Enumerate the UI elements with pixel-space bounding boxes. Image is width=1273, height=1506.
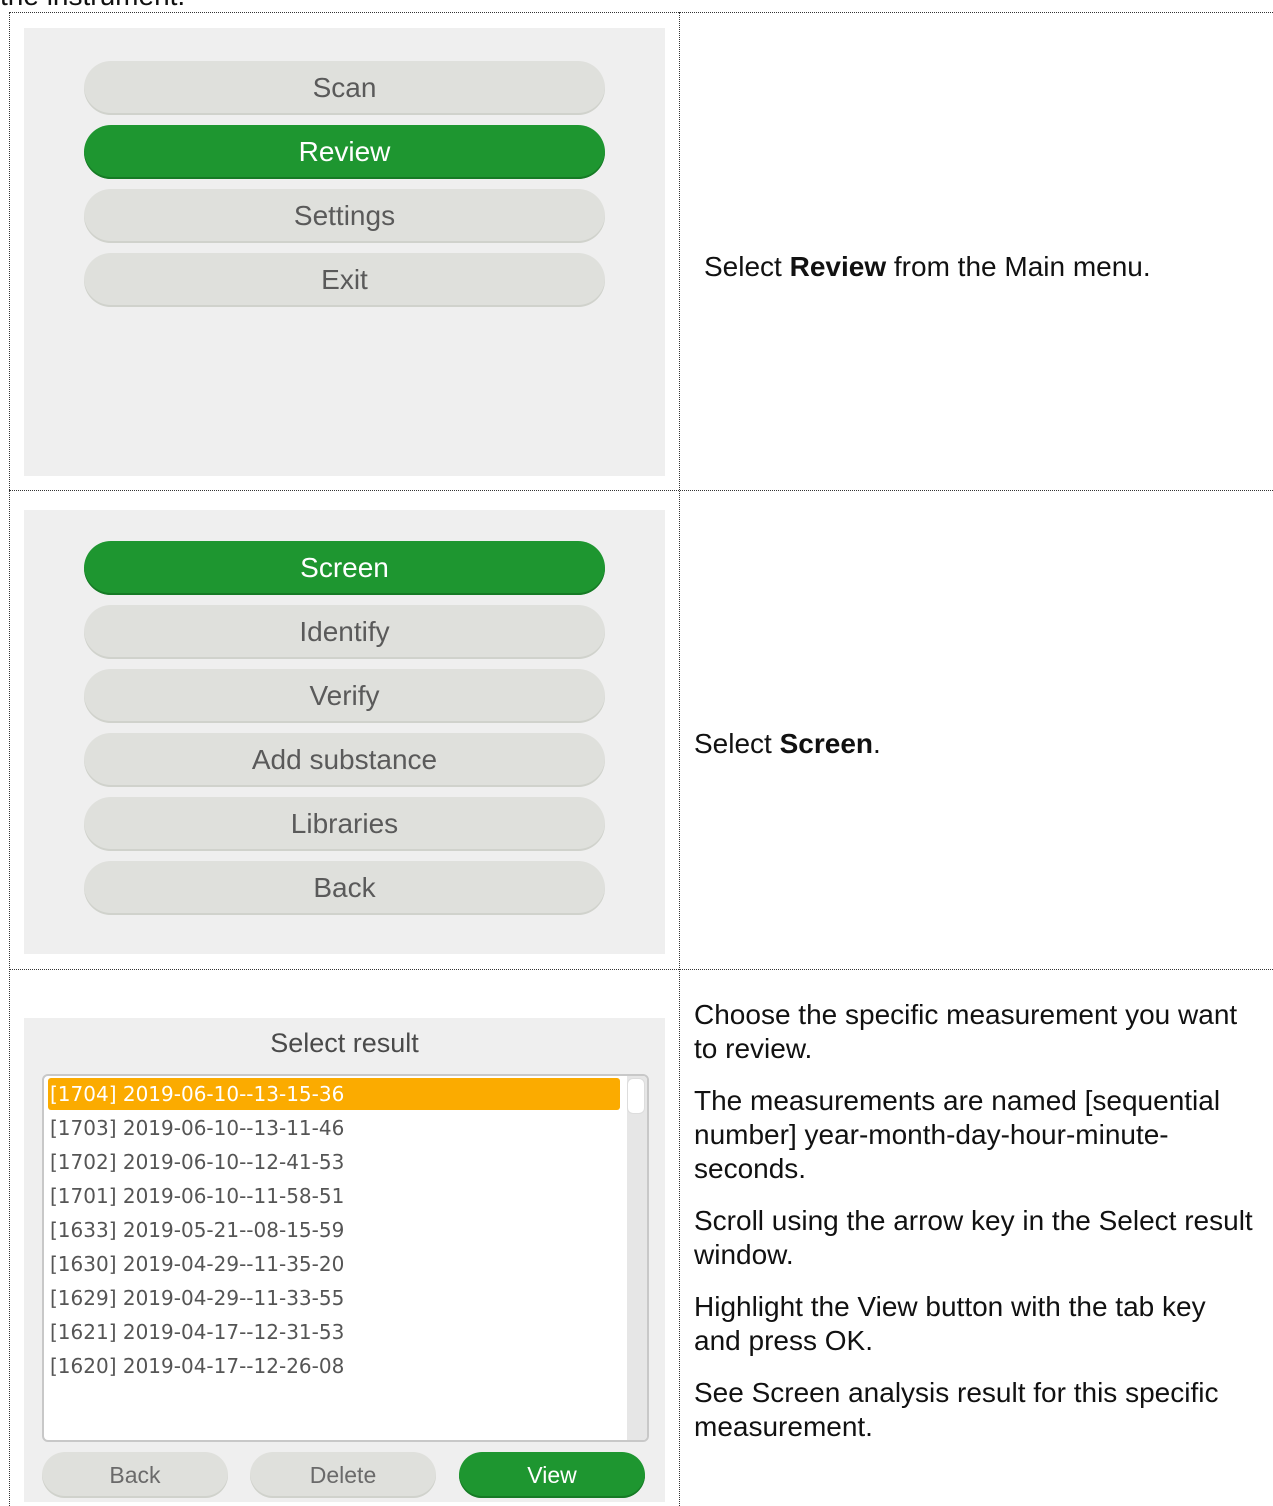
results-list[interactable]: [1704] 2019-06-10--13-15-36 [1703] 2019-…: [42, 1074, 649, 1442]
step3-paragraph: Choose the specific measurement you want…: [694, 999, 1238, 1064]
step2-desc-bold: Screen: [779, 728, 874, 759]
step3-paragraph: Highlight the View button with the tab k…: [694, 1291, 1206, 1356]
result-row[interactable]: [1620] 2019-04-17--12-26-08: [48, 1350, 620, 1382]
result-row[interactable]: [1703] 2019-06-10--13-11-46: [48, 1112, 620, 1144]
table-row-divider-2: [9, 969, 1273, 970]
table-row-divider-1: [9, 490, 1273, 491]
step3-paragraph: See Screen analysis result for this spec…: [694, 1377, 1219, 1442]
step2-desc-pre: Select: [694, 728, 780, 759]
result-row[interactable]: [1630] 2019-04-29--11-35-20: [48, 1248, 620, 1280]
step1-desc-pre: Select: [704, 251, 790, 282]
delete-button[interactable]: Delete: [250, 1452, 436, 1498]
step3-paragraph: The measurements are named [sequential n…: [694, 1085, 1221, 1184]
menu-button-review[interactable]: Review: [84, 125, 605, 179]
step1-desc-post: from the Main menu.: [886, 251, 1151, 282]
view-button[interactable]: View: [459, 1452, 645, 1498]
menu-button-scan[interactable]: Scan: [84, 61, 605, 115]
table-top-border: [9, 12, 1273, 13]
menu-button-screen[interactable]: Screen: [84, 541, 605, 595]
review-menu-screen: Screen Identify Verify Add substance Lib…: [24, 510, 665, 954]
menu-button-add-substance[interactable]: Add substance: [84, 733, 605, 787]
step2-desc-post: .: [873, 728, 881, 759]
result-row[interactable]: [1701] 2019-06-10--11-58-51: [48, 1180, 620, 1212]
select-result-screen: Select result [1704] 2019-06-10--13-15-3…: [24, 1018, 665, 1502]
intro-text: the instrument.: [0, 0, 185, 12]
menu-button-exit[interactable]: Exit: [84, 253, 605, 307]
back-button[interactable]: Back: [42, 1452, 228, 1498]
menu-button-identify[interactable]: Identify: [84, 605, 605, 659]
step3-description: Choose the specific measurement you want…: [694, 998, 1254, 1462]
result-row[interactable]: [1621] 2019-04-17--12-31-53: [48, 1316, 620, 1348]
step1-description: Select Review from the Main menu.: [704, 250, 1264, 302]
step2-description: Select Screen.: [694, 727, 1254, 779]
select-result-title: Select result: [270, 1028, 419, 1058]
result-row[interactable]: [1629] 2019-04-29--11-33-55: [48, 1282, 620, 1314]
menu-button-verify[interactable]: Verify: [84, 669, 605, 723]
menu-button-settings[interactable]: Settings: [84, 189, 605, 243]
table-left-border: [9, 12, 10, 1506]
step1-desc-bold: Review: [789, 251, 887, 282]
menu-button-libraries[interactable]: Libraries: [84, 797, 605, 851]
result-row[interactable]: [1704] 2019-06-10--13-15-36: [48, 1078, 620, 1110]
step3-paragraph: Scroll using the arrow key in the Select…: [694, 1205, 1253, 1270]
main-menu-screen: Scan Review Settings Exit: [24, 28, 665, 476]
result-row[interactable]: [1633] 2019-05-21--08-15-59: [48, 1214, 620, 1246]
results-scrollbar[interactable]: [627, 1076, 647, 1440]
result-row[interactable]: [1702] 2019-06-10--12-41-53: [48, 1146, 620, 1178]
scrollbar-thumb[interactable]: [627, 1078, 645, 1114]
table-column-divider: [679, 12, 680, 1506]
menu-button-back[interactable]: Back: [84, 861, 605, 915]
